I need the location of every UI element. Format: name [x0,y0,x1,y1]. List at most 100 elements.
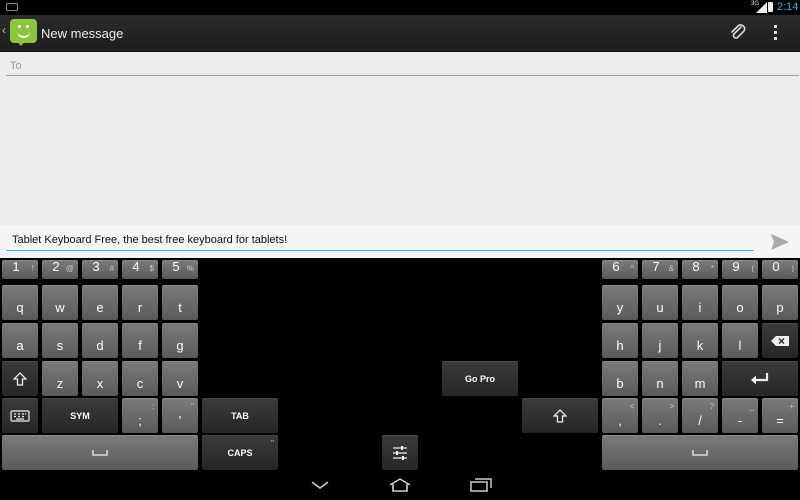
key-v[interactable]: v [162,361,198,396]
recipient-field[interactable]: To [6,60,799,76]
key-comma[interactable]: , < [602,398,638,433]
key-label: m [694,376,706,391]
messaging-smiley-icon[interactable] [10,19,37,46]
key-d[interactable]: d [82,323,118,358]
key-n[interactable]: n [642,361,678,396]
key-s[interactable]: s [42,323,78,358]
battery-icon [768,2,773,12]
key-alt-label: > [669,402,674,411]
recents-icon[interactable] [470,478,492,492]
key-semicolon[interactable]: ;: [122,398,158,433]
go-pro-button[interactable]: Go Pro [442,361,518,396]
key-3[interactable]: 3 # [82,259,118,279]
key-k[interactable]: k [682,323,718,358]
shift-key-right[interactable] [522,398,598,433]
key-t[interactable]: t [162,285,198,320]
key-z[interactable]: z [42,361,78,396]
tablet-keyboard: 1! 2 @3 #4 $5% 6 ^ 7 & 8 * 9(0) q w e r t y u i o p a s d f g h j k l z… [0,258,800,473]
key-label: , [618,413,622,428]
key-b[interactable]: b [602,361,638,396]
key-label: f [138,338,142,353]
key-label: g [176,338,184,353]
key-l[interactable]: l [722,323,758,358]
key-label: t [178,300,182,315]
key-slash[interactable]: /? [682,398,718,433]
key-f[interactable]: f [122,323,158,358]
tab-key[interactable]: TAB [202,398,278,433]
status-bar: 3G 2:14 [0,0,800,15]
key-h[interactable]: h [602,323,638,358]
key-minus[interactable]: - _ [722,398,758,433]
key-4[interactable]: 4 $ [122,259,158,279]
send-icon[interactable] [770,233,790,251]
key-1[interactable]: 1! [2,259,38,279]
key-6[interactable]: 6 ^ [602,259,638,279]
page-title: New message [41,26,124,41]
chevron-down-icon[interactable] [310,478,330,492]
overflow-menu-icon[interactable] [774,25,778,43]
key-r[interactable]: r [122,285,158,320]
key-o[interactable]: o [722,285,758,320]
key-alt-label: < [629,402,634,411]
clock: 2:14 [777,1,799,13]
space-key-right[interactable] [602,435,798,470]
key-label: ; [138,413,142,428]
key-alt-label: _ [749,402,754,411]
paperclip-icon[interactable] [728,22,748,42]
key-label: j [658,338,662,353]
key-label: - [737,413,743,428]
key-c[interactable]: c [122,361,158,396]
key-alt-label: % [186,264,194,273]
key-label: = [776,413,784,428]
key-g[interactable]: g [162,323,198,358]
key-label: / [698,413,702,428]
key-a[interactable]: a [2,323,38,358]
home-icon[interactable] [389,478,411,492]
key-u[interactable]: u [642,285,678,320]
key-label: ' [178,413,182,428]
key-i[interactable]: i [682,285,718,320]
backspace-icon [762,335,798,347]
key-9[interactable]: 9( [722,259,758,279]
key-label: z [56,376,64,391]
key-label: w [55,300,65,315]
key-label: h [616,338,624,353]
space-key-left[interactable] [2,435,198,470]
key-label: q [16,300,24,315]
caps-key[interactable]: " CAPS [202,435,278,470]
key-x[interactable]: x [82,361,118,396]
key-y[interactable]: y [602,285,638,320]
key-8[interactable]: 8 * [682,259,718,279]
key-alt-label: @ [65,264,74,273]
key-equals[interactable]: = + [762,398,798,433]
key-quote[interactable]: ' " [162,398,198,433]
key-w[interactable]: w [42,285,78,320]
key-period[interactable]: . > [642,398,678,433]
keyboard-icon [2,410,38,422]
compose-area: To [0,52,800,225]
sliders-icon [382,445,418,461]
key-2[interactable]: 2 @ [42,259,78,279]
action-bar: ‹ New message [0,15,800,52]
backspace-key[interactable] [762,323,798,358]
key-m[interactable]: m [682,361,718,396]
key-e[interactable]: e [82,285,118,320]
key-q[interactable]: q [2,285,38,320]
keyboard-switch-key[interactable] [2,398,38,433]
sym-key[interactable]: SYM [42,398,118,433]
key-label: x [96,376,104,391]
up-caret-icon[interactable]: ‹ [2,23,6,37]
key-p[interactable]: p [762,285,798,320]
key-label: v [176,376,184,391]
key-7[interactable]: 7 & [642,259,678,279]
key-label: CAPS [227,448,253,458]
shift-key-left[interactable] [2,361,38,396]
key-5[interactable]: 5% [162,259,198,279]
key-label: r [137,300,143,315]
key-j[interactable]: j [642,323,678,358]
keyboard-settings-key[interactable] [382,435,418,470]
message-input[interactable]: Tablet Keyboard Free, the best free keyb… [6,231,754,251]
key-0[interactable]: 0) [762,259,798,279]
enter-key[interactable] [722,361,798,396]
key-alt-label: ) [791,264,794,273]
